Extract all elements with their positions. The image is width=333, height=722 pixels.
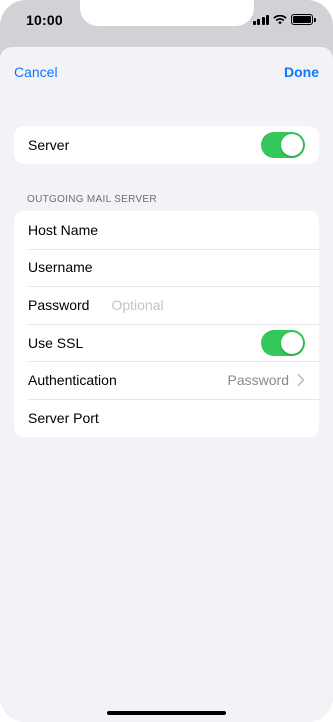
password-placeholder: Optional xyxy=(111,296,164,313)
use-ssl-toggle[interactable] xyxy=(261,329,305,356)
username-label: Username xyxy=(28,259,93,276)
password-label: Password xyxy=(28,296,90,313)
host-name-field[interactable]: Host Name xyxy=(14,211,319,249)
toggle-knob xyxy=(281,133,303,156)
cancel-button[interactable]: Cancel xyxy=(14,64,58,80)
use-ssl-label: Use SSL xyxy=(28,334,84,351)
authentication-row[interactable]: Authentication Password xyxy=(14,361,319,399)
server-group: Server xyxy=(14,126,319,164)
authentication-value: Password xyxy=(227,372,289,389)
server-label: Server xyxy=(28,136,70,153)
use-ssl-row: Use SSL xyxy=(14,323,319,362)
home-indicator xyxy=(107,711,226,715)
username-field[interactable]: Username xyxy=(14,248,319,287)
server-port-field[interactable]: Server Port xyxy=(14,398,319,437)
notch xyxy=(80,0,254,26)
wifi-icon xyxy=(273,14,287,24)
server-toggle[interactable] xyxy=(261,131,305,158)
authentication-label: Authentication xyxy=(28,372,117,389)
battery-icon xyxy=(291,14,316,25)
toggle-knob xyxy=(281,331,303,354)
outgoing-server-group: Host Name Username Password Optional Use… xyxy=(14,211,319,437)
status-time: 10:00 xyxy=(26,12,63,28)
done-button[interactable]: Done xyxy=(284,64,319,80)
section-header-outgoing: OUTGOING MAIL SERVER xyxy=(27,194,157,205)
chevron-right-icon xyxy=(297,374,305,387)
outgoing-server-sheet: Cancel Done Server OUTGOING MAIL SERVER … xyxy=(0,47,333,722)
battery-level xyxy=(293,16,311,23)
server-port-label: Server Port xyxy=(28,409,99,426)
status-icons xyxy=(252,14,316,25)
password-field[interactable]: Password Optional xyxy=(14,286,319,324)
server-row: Server xyxy=(14,126,319,164)
host-name-label: Host Name xyxy=(28,221,99,238)
cellular-signal-icon xyxy=(252,14,269,25)
phone-screen: 10:00 Cancel Done Server OUTGOING MAIL S… xyxy=(0,0,333,722)
